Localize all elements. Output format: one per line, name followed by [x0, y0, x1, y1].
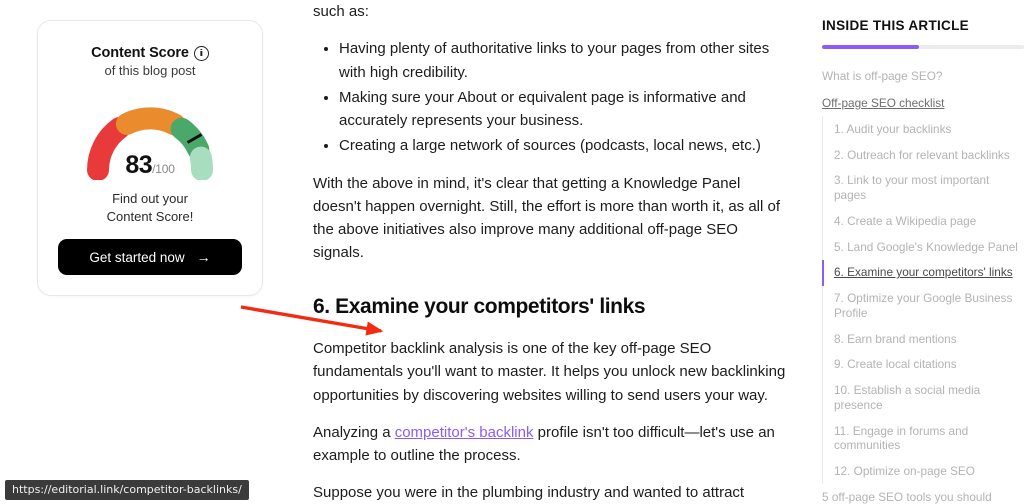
content-score-subtitle: of this blog post	[104, 63, 196, 78]
reading-progress-fill	[822, 45, 919, 49]
toc-item[interactable]: 8. Earn brand mentions	[822, 326, 1024, 352]
toc-section-item[interactable]: 5 off-page SEO tools you should check ou…	[822, 484, 1024, 504]
paragraph-knowledge-panel: With the above in mind, it's clear that …	[313, 174, 781, 262]
toc-heading: INSIDE THIS ARTICLE	[822, 18, 969, 33]
benefits-bullet-list: Having plenty of authoritative links to …	[313, 37, 790, 157]
list-item: Creating a large network of sources (pod…	[339, 134, 790, 157]
toc-item[interactable]: 4. Create a Wikipedia page	[822, 208, 1024, 234]
toc-item[interactable]: 9. Create local citations	[822, 352, 1024, 378]
toc-item[interactable]: 12. Optimize on-page SEO	[822, 458, 1024, 484]
content-score-cta-text: Find out your Content Score!	[58, 190, 242, 225]
paragraph-plumbing-example: Suppose you were in the plumbing industr…	[313, 484, 745, 502]
toc-item[interactable]: 5. Land Google's Knowledge Panel	[822, 234, 1024, 260]
toc-item[interactable]: 11. Engage in forums and communities	[822, 418, 1024, 458]
cta-line-2: Content Score!	[106, 208, 194, 224]
content-score-title-row: Content Score	[58, 45, 242, 61]
analyzing-text-before: Analyzing a	[313, 423, 395, 441]
toc-section-item[interactable]: What is off-page SEO?	[822, 63, 1024, 90]
content-score-title: Content Score	[91, 45, 189, 61]
status-bar-url: https://editorial.link/competitor-backli…	[5, 480, 249, 500]
paragraph-analyzing: Analyzing a competitor's backlink profil…	[313, 421, 790, 468]
toc-item-active[interactable]: 6. Examine your competitors' links	[822, 259, 1024, 286]
left-sidebar-column: Content Score of this blog post 83/100 F…	[0, 0, 300, 504]
paragraph-competitor-analysis: Competitor backlink analysis is one of t…	[313, 340, 786, 404]
toc-item[interactable]: 3. Link to your most important pages	[822, 168, 1024, 208]
reading-progress-track	[822, 45, 1024, 49]
cta-line-1: Find out your	[112, 191, 188, 206]
toc-sub-group: 1. Audit your backlinks 2. Outreach for r…	[822, 116, 1024, 485]
gauge-score-readout: 83/100	[75, 153, 225, 178]
list-item: Making sure your About or equivalent pag…	[339, 86, 790, 133]
list-item: Having plenty of authoritative links to …	[339, 37, 790, 84]
content-score-card: Content Score of this blog post 83/100 F…	[37, 20, 263, 297]
gauge-segment-orange	[115, 107, 186, 136]
gauge-score-value: 83	[125, 151, 153, 179]
toc-section-item[interactable]: Off-page SEO checklist	[822, 90, 1024, 117]
toc-item[interactable]: 10. Establish a social media presence	[822, 378, 1024, 418]
arrow-right-icon: →	[196, 249, 211, 266]
toc-item[interactable]: 1. Audit your backlinks	[822, 116, 1024, 142]
gauge-score-denominator: /100	[152, 162, 175, 176]
paragraph-lead-fragment: such as:	[313, 3, 369, 20]
info-circle-icon[interactable]	[193, 45, 209, 61]
get-started-button[interactable]: Get started now →	[58, 239, 242, 276]
article-content: such as: Having plenty of authoritative …	[300, 0, 800, 504]
toc-item[interactable]: 7. Optimize your Google Business Profile	[822, 286, 1024, 326]
section-heading: 6. Examine your competitors' links	[313, 294, 646, 318]
content-score-gauge: 83/100	[75, 92, 225, 180]
get-started-label: Get started now	[89, 249, 185, 265]
competitor-backlink-link[interactable]: competitor's backlink	[395, 424, 534, 441]
toc-item[interactable]: 2. Outreach for relevant backlinks	[822, 142, 1024, 168]
toc-list: What is off-page SEO? Off-page SEO checkl…	[822, 63, 1024, 504]
inside-this-article-sidebar: INSIDE THIS ARTICLE What is off-page SEO…	[805, 0, 1024, 504]
